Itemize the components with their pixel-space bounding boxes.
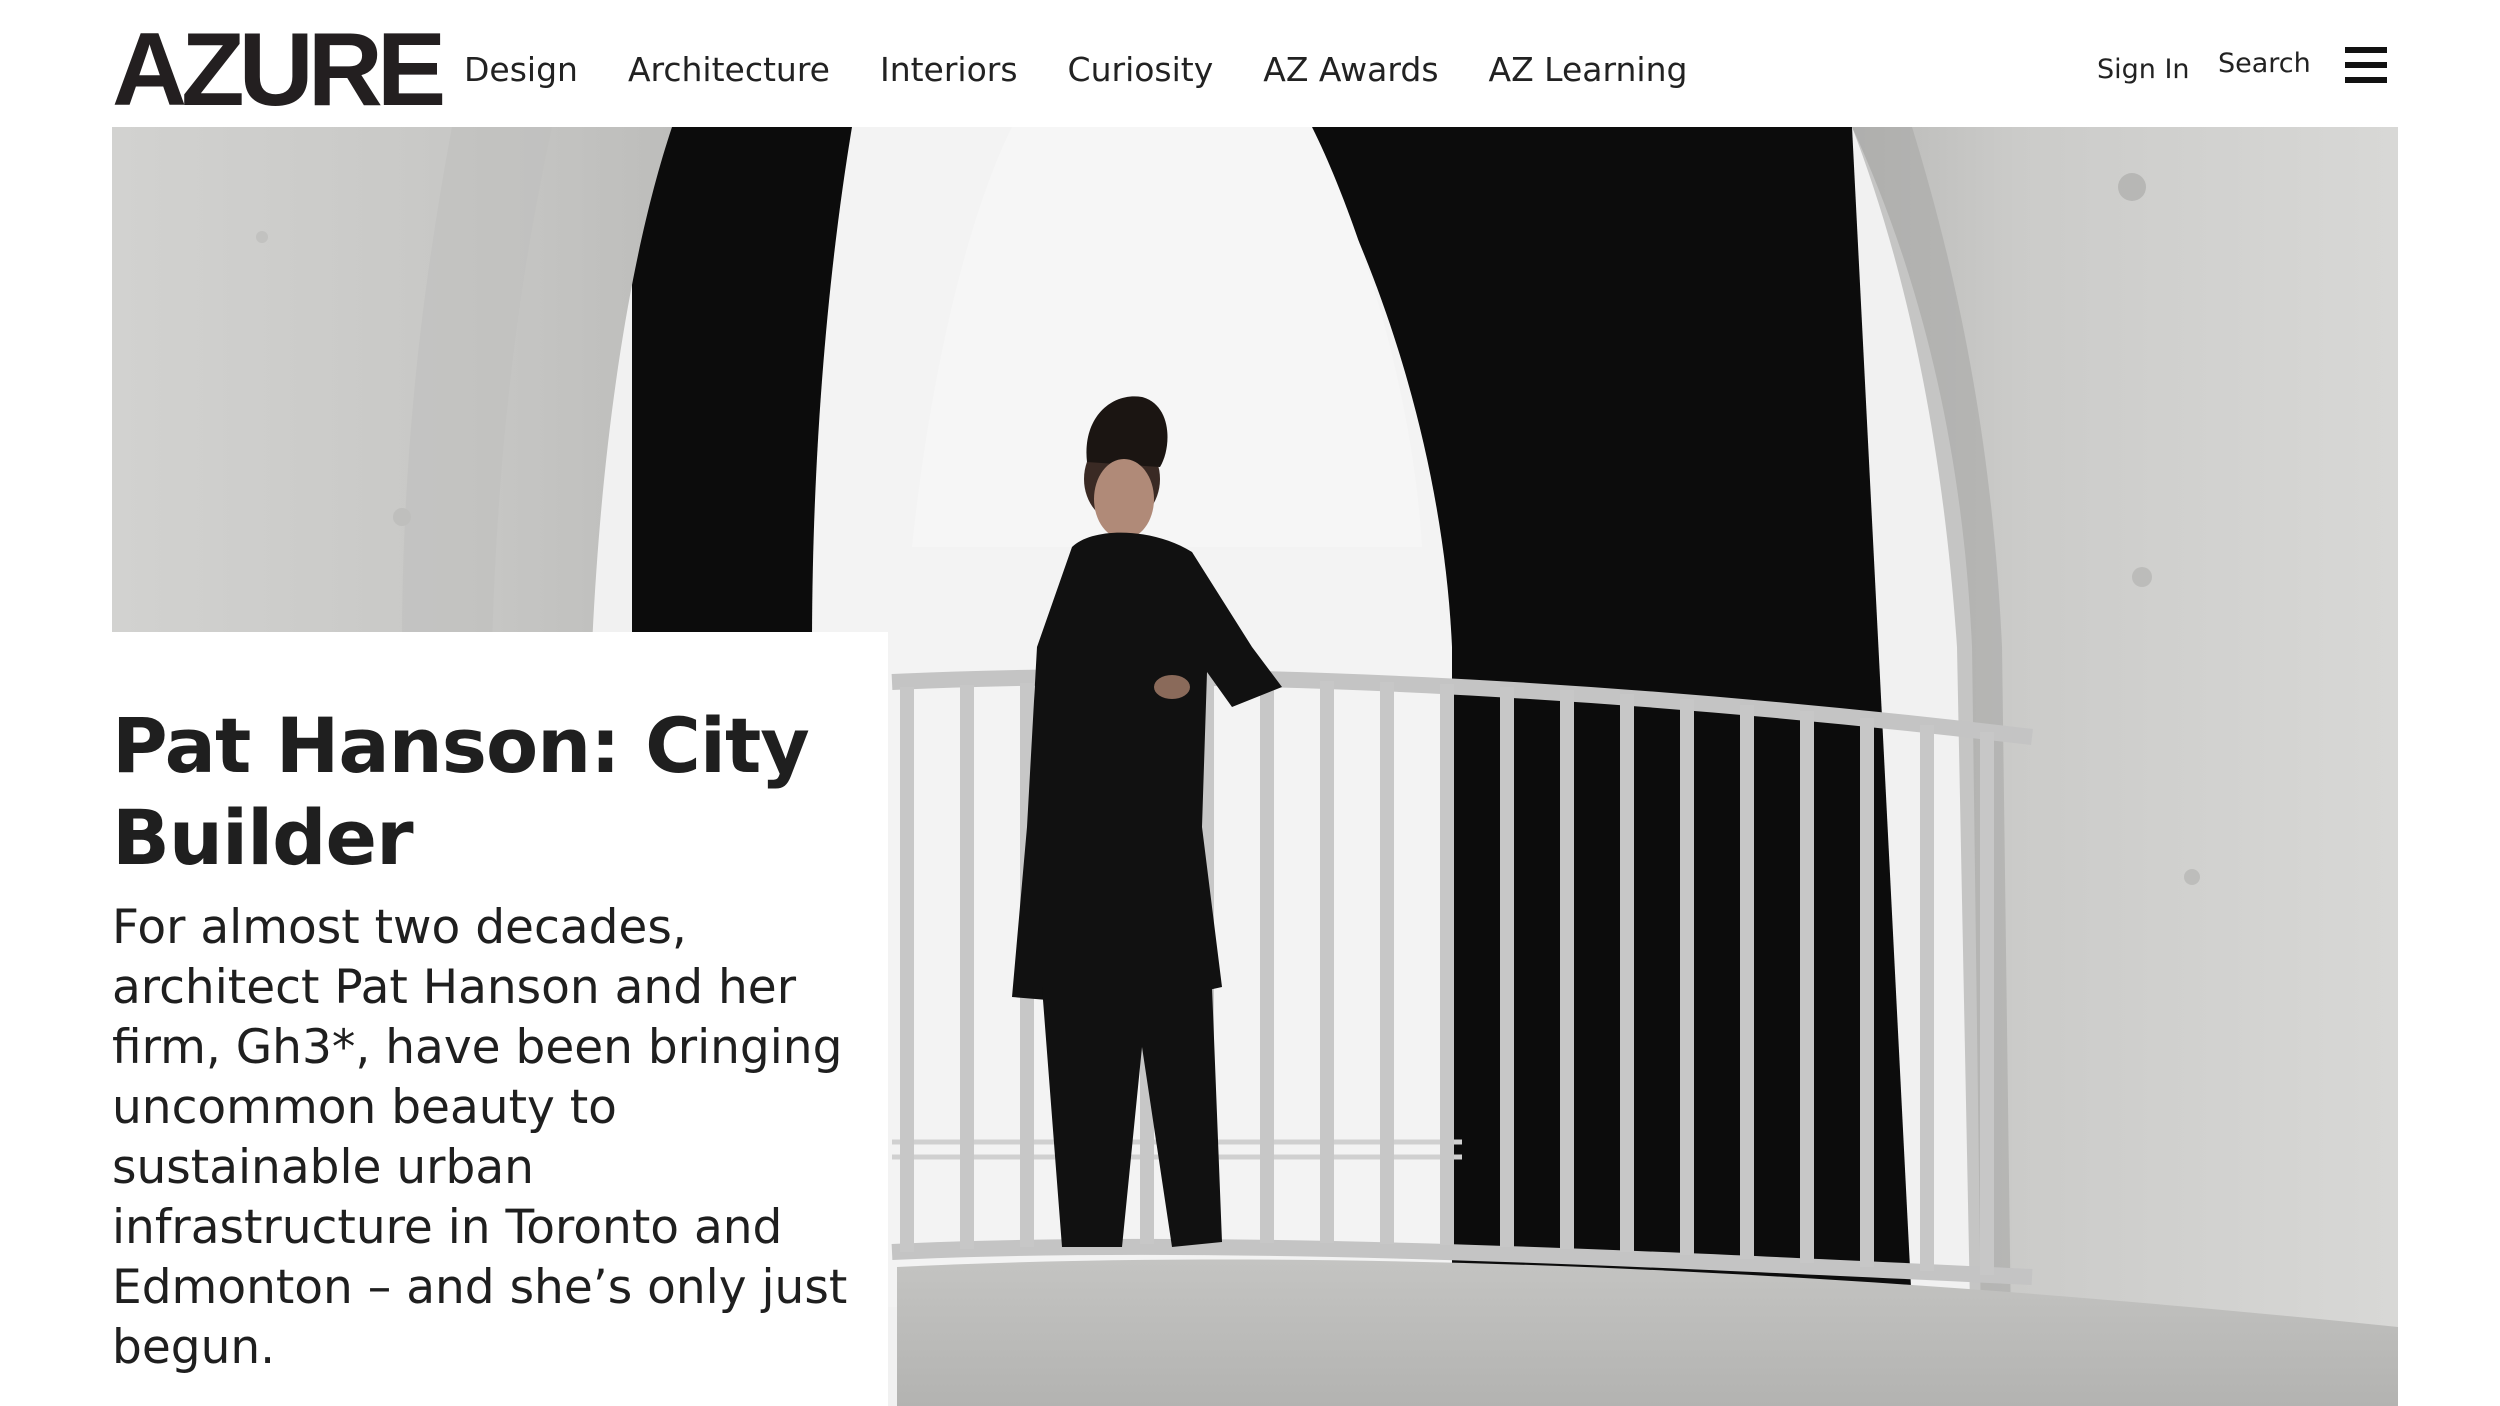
sign-in-link[interactable]: Sign In xyxy=(2097,50,2190,90)
site-header: AZURE Design Architecture Interiors Curi… xyxy=(0,0,2500,127)
page: AZURE Design Architecture Interiors Curi… xyxy=(0,0,2500,1406)
site-logo[interactable]: AZURE xyxy=(112,18,446,122)
article-headline[interactable]: Pat Hanson: City Builder xyxy=(112,700,852,884)
nav-item-design[interactable]: Design xyxy=(464,48,578,92)
nav-item-interiors[interactable]: Interiors xyxy=(880,48,1018,92)
article-dek: For almost two decades, architect Pat Ha… xyxy=(112,900,848,1375)
nav-item-architecture[interactable]: Architecture xyxy=(628,48,830,92)
hamburger-menu-icon[interactable] xyxy=(2345,47,2387,85)
main-nav: Design Architecture Interiors Curiosity … xyxy=(464,48,1737,92)
nav-item-curiosity[interactable]: Curiosity xyxy=(1068,48,1214,92)
menu-bar xyxy=(2345,47,2387,53)
nav-item-az-awards[interactable]: AZ Awards xyxy=(1263,48,1438,92)
menu-bar xyxy=(2345,62,2387,68)
nav-item-az-learning[interactable]: AZ Learning xyxy=(1489,48,1688,92)
search-link[interactable]: Search xyxy=(2218,44,2311,84)
article-card: Pat Hanson: City Builder For almost two … xyxy=(112,632,888,1406)
menu-bar xyxy=(2345,77,2387,83)
